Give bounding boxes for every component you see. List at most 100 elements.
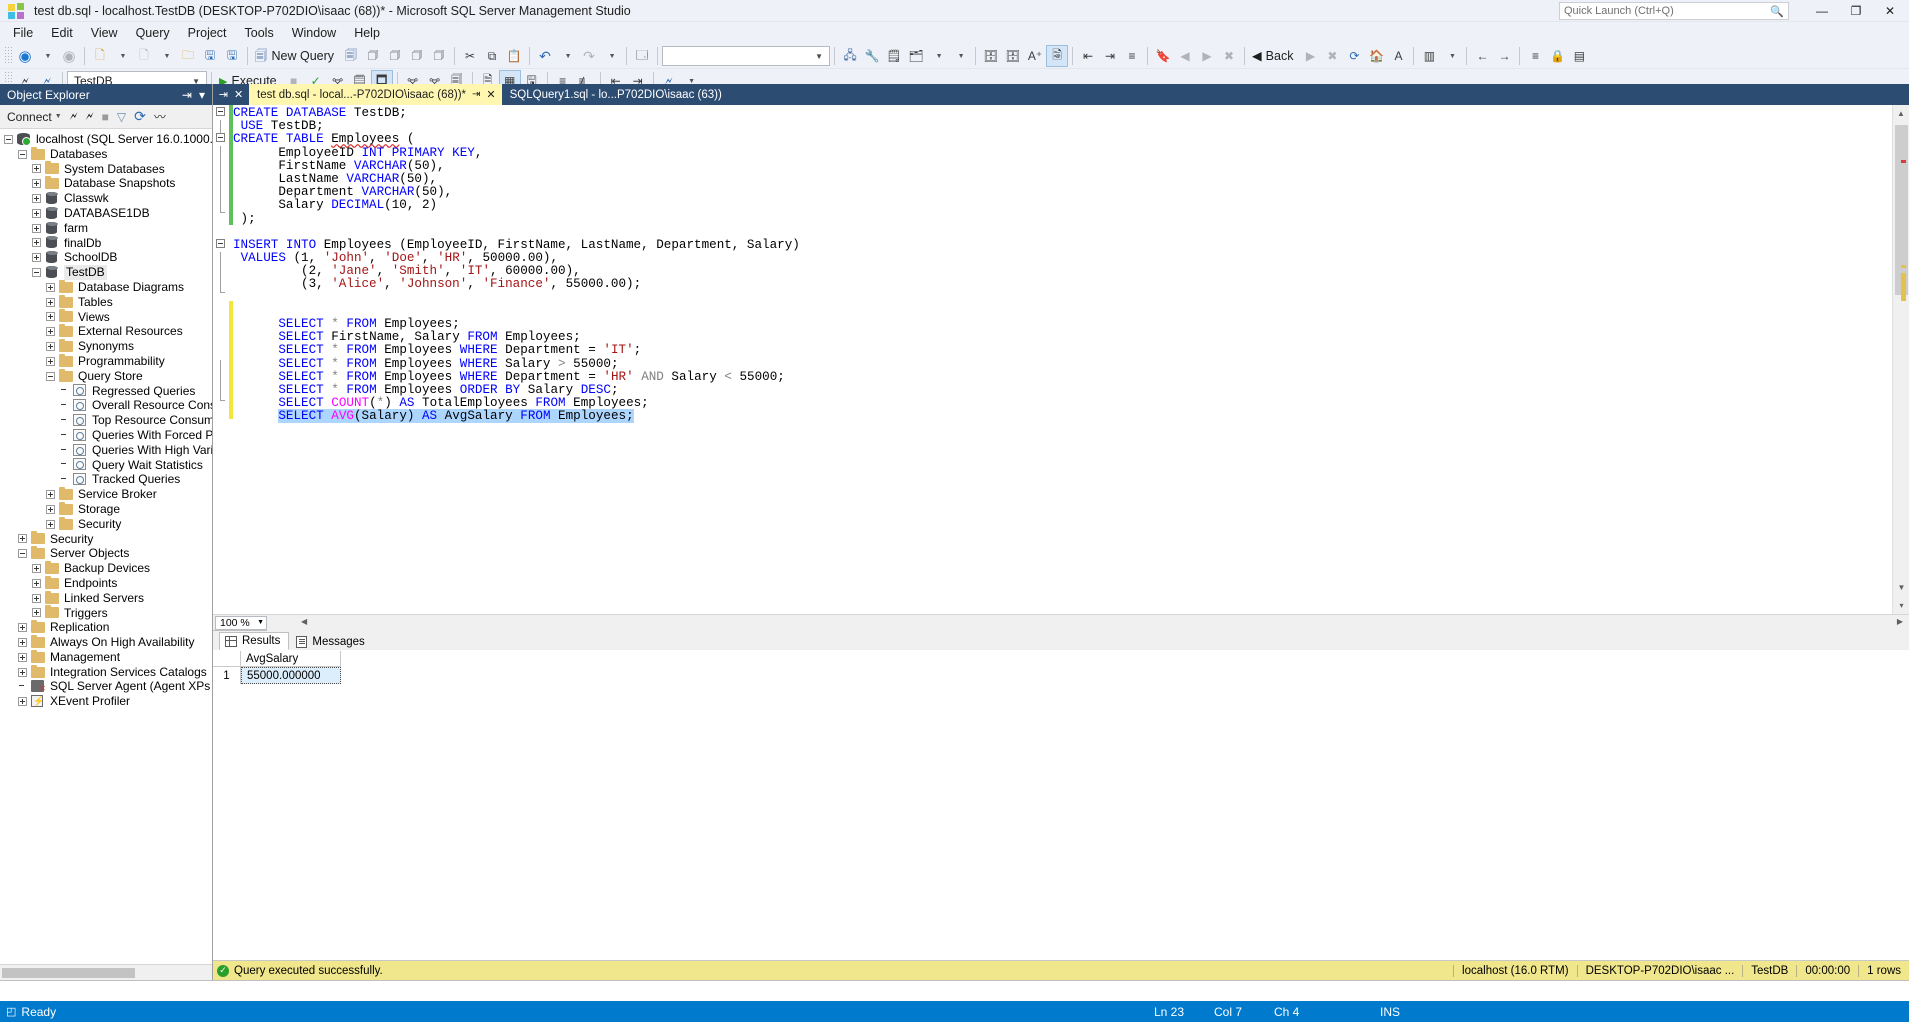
new-dax-query-icon[interactable]: 🗇 xyxy=(428,45,450,67)
column-header-avgsalary[interactable]: AvgSalary xyxy=(241,651,341,667)
tree-item[interactable]: finalDb xyxy=(0,236,212,251)
cell-avgsalary[interactable]: 55000.000000 xyxy=(241,667,341,684)
code-text[interactable]: CREATE DATABASE TestDB; USE TestDB;CREAT… xyxy=(233,105,1909,614)
navigate-backward-button[interactable]: ◉ xyxy=(14,45,36,67)
scrollbar-thumb[interactable] xyxy=(2,968,135,978)
tree-item[interactable]: Storage xyxy=(0,502,212,517)
tree-item[interactable]: Programmability xyxy=(0,354,212,369)
split-view-dropdown[interactable]: ▼ xyxy=(1440,45,1462,67)
tree-item[interactable]: System Databases xyxy=(0,162,212,177)
collapse-icon[interactable] xyxy=(18,549,27,558)
tree-item[interactable]: TestDB xyxy=(0,265,212,280)
expand-icon[interactable] xyxy=(32,209,41,218)
tree-item[interactable]: Integration Services Catalogs xyxy=(0,665,212,680)
new-analysis-dmx-query-icon[interactable]: 🗇 xyxy=(384,45,406,67)
close-icon[interactable]: ✕ xyxy=(234,88,243,101)
results-grid[interactable]: AvgSalary 1 55000.000000 xyxy=(213,650,1909,960)
tree-item[interactable]: Regressed Queries xyxy=(0,384,212,399)
tree-item[interactable]: Synonyms xyxy=(0,339,212,354)
save-all-icon[interactable]: 🖫 xyxy=(221,45,243,67)
menu-item-project[interactable]: Project xyxy=(179,24,236,42)
previous-bookmark-icon[interactable]: ◀ xyxy=(1174,45,1196,67)
tab-results[interactable]: Results xyxy=(219,632,289,650)
tree-item[interactable]: Top Resource Consumin xyxy=(0,413,212,428)
tree-item[interactable]: Database Diagrams xyxy=(0,280,212,295)
new-connection-dropdown[interactable]: ▼ xyxy=(111,45,133,67)
collapse-icon[interactable] xyxy=(32,268,41,277)
fold-box[interactable] xyxy=(216,107,225,116)
back-button[interactable]: ◀ Back xyxy=(1249,45,1299,67)
expand-icon[interactable] xyxy=(46,298,55,307)
object-explorer-tree[interactable]: localhost (SQL Server 16.0.1000.6 - DESK… xyxy=(0,129,212,964)
undo-dropdown[interactable]: ▼ xyxy=(556,45,578,67)
fold-box[interactable] xyxy=(216,133,225,142)
save-icon[interactable]: 🖫 xyxy=(199,45,221,67)
tree-item[interactable]: DATABASE1DB xyxy=(0,206,212,221)
tree-item[interactable]: Query Store xyxy=(0,369,212,384)
lock-icon[interactable]: 🔒 xyxy=(1546,45,1568,67)
navigate-forward-button[interactable]: ◉ xyxy=(58,45,80,67)
tree-item[interactable]: Overall Resource Consum xyxy=(0,398,212,413)
expand-icon[interactable] xyxy=(32,194,41,203)
tree-item[interactable]: Management xyxy=(0,650,212,665)
connect-server-icon[interactable]: 🗲 xyxy=(67,108,81,125)
properties-window-icon[interactable]: 🗒 xyxy=(883,45,905,67)
object-explorer-dropdown[interactable]: ▼ xyxy=(927,45,949,67)
error-list-icon[interactable]: 🗄 xyxy=(1002,45,1024,67)
home-icon[interactable]: 🏠 xyxy=(1365,45,1387,67)
tree-item[interactable]: XEvent Profiler xyxy=(0,694,212,709)
expand-icon[interactable] xyxy=(18,653,27,662)
expand-icon[interactable] xyxy=(32,564,41,573)
menu-item-window[interactable]: Window xyxy=(283,24,345,42)
navigate-backward-dropdown[interactable]: ▼ xyxy=(36,45,58,67)
paste-icon[interactable]: 📋 xyxy=(503,45,525,67)
indent-increase-icon[interactable]: ⇥ xyxy=(1099,45,1121,67)
undo-icon[interactable]: ↶ xyxy=(534,45,556,67)
expand-icon[interactable] xyxy=(32,594,41,603)
refresh-icon[interactable]: ⟳ xyxy=(1343,45,1365,67)
cut-icon[interactable]: ✂ xyxy=(459,45,481,67)
collapse-icon[interactable] xyxy=(18,150,27,159)
tab-test-db-sql[interactable]: test db.sql - local...-P702DIO\isaac (68… xyxy=(249,84,502,105)
tree-item[interactable]: SQL Server Agent (Agent XPs disabl xyxy=(0,679,212,694)
expand-icon[interactable] xyxy=(32,179,41,188)
move-left-icon[interactable]: ← xyxy=(1471,45,1493,67)
toolbar-grip[interactable] xyxy=(4,47,12,65)
stop-icon[interactable]: ■ xyxy=(99,109,112,125)
tree-item[interactable]: Backup Devices xyxy=(0,561,212,576)
tab-sqlquery1-sql[interactable]: SQLQuery1.sql - lo...P702DIO\isaac (63)) xyxy=(502,84,728,105)
activity-monitor-icon[interactable]: 〰 xyxy=(151,107,169,126)
tree-item[interactable]: Query Wait Statistics xyxy=(0,458,212,473)
maximize-button[interactable]: ❐ xyxy=(1839,0,1873,22)
expand-icon[interactable] xyxy=(32,164,41,173)
increase-font-icon[interactable]: A⁺ xyxy=(1024,45,1046,67)
stop-navigation-icon[interactable]: ✖ xyxy=(1321,45,1343,67)
redo-dropdown[interactable]: ▼ xyxy=(600,45,622,67)
bookmark-window-icon[interactable]: 🗄 xyxy=(980,45,1002,67)
select-all-corner[interactable] xyxy=(213,651,241,667)
solution-explorer-icon[interactable]: 🗔 xyxy=(631,45,653,67)
scroll-up-arrow[interactable]: ▲ xyxy=(1893,105,1909,122)
new-analysis-xmla-query-icon[interactable]: 🗇 xyxy=(406,45,428,67)
move-right-icon[interactable]: → xyxy=(1493,45,1515,67)
new-project-icon[interactable]: 🗋 xyxy=(133,45,155,67)
tree-item[interactable]: Triggers xyxy=(0,606,212,621)
expand-icon[interactable] xyxy=(46,312,55,321)
next-bookmark-icon[interactable]: ▶ xyxy=(1196,45,1218,67)
connect-dropdown-button[interactable]: Connect ▼ xyxy=(4,109,65,125)
group-icon[interactable]: ▤ xyxy=(1568,45,1590,67)
close-button[interactable]: ✕ xyxy=(1873,0,1907,22)
tree-item[interactable]: Endpoints xyxy=(0,576,212,591)
tree-item[interactable]: farm xyxy=(0,221,212,236)
pin-icon[interactable]: ⇥ xyxy=(472,89,480,100)
new-analysis-mdx-query-icon[interactable]: 🗇 xyxy=(362,45,384,67)
object-explorer-hscrollbar[interactable] xyxy=(0,964,212,980)
font-size-icon[interactable]: A xyxy=(1387,45,1409,67)
toggle-bookmark-icon[interactable]: 🔖 xyxy=(1152,45,1174,67)
menu-item-help[interactable]: Help xyxy=(345,24,389,42)
expand-icon[interactable] xyxy=(18,638,27,647)
tree-item[interactable]: Security xyxy=(0,532,212,547)
disconnect-server-icon[interactable]: 🗲 xyxy=(83,108,97,125)
open-file-icon[interactable]: 🗀 xyxy=(177,45,199,67)
menu-item-query[interactable]: Query xyxy=(127,24,179,42)
